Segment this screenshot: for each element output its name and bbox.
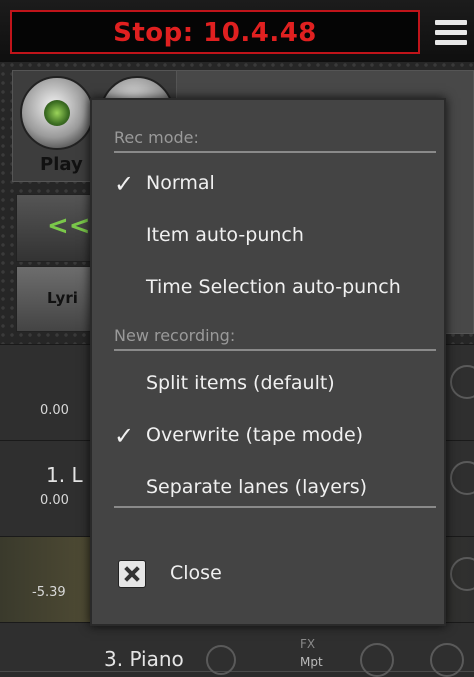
divider (114, 349, 436, 351)
close-button[interactable]: Close (170, 562, 222, 584)
menu-item-label: Time Selection auto-punch (146, 276, 401, 298)
hamburger-menu-icon[interactable] (430, 10, 470, 54)
track-pan-knob[interactable] (450, 365, 474, 399)
track-name: 1. L (46, 463, 83, 487)
play-label: Play (40, 154, 83, 175)
menu-item-time-selection-auto-punch[interactable]: Time Selection auto-punch (92, 268, 444, 308)
rewind-button[interactable]: << (16, 194, 96, 262)
menu-item-split-items[interactable]: Split items (default) (92, 364, 444, 404)
divider (114, 151, 436, 153)
transport-bar: Stop: 10.4.48 (0, 0, 474, 62)
track-pan-knob[interactable] (450, 461, 474, 495)
menu-item-item-auto-punch[interactable]: Item auto-punch (92, 216, 444, 256)
track-pan-knob[interactable] (206, 645, 236, 675)
rewind-label: << (47, 211, 91, 241)
transport-status-text: Stop: 10.4.48 (113, 18, 317, 48)
lyrics-label: Lyri (47, 289, 78, 307)
menu-item-label: Split items (default) (146, 372, 335, 394)
track-knob[interactable] (360, 643, 394, 677)
track-pan-knob[interactable] (450, 557, 474, 591)
menu-item-label: Separate lanes (layers) (146, 476, 368, 498)
menu-item-label: Item auto-punch (146, 224, 304, 246)
track-volume: -5.39 (32, 585, 66, 600)
track-row[interactable]: 3. Piano FX Mpt (0, 622, 474, 677)
track-knob[interactable] (430, 643, 464, 677)
new-recording-header: New recording: (114, 326, 236, 345)
play-knob[interactable] (20, 76, 94, 150)
track-volume: 0.00 (40, 403, 69, 418)
menu-item-label: Overwrite (tape mode) (146, 424, 364, 446)
menu-item-overwrite[interactable]: ✓ Overwrite (tape mode) (92, 416, 444, 456)
checkmark-icon: ✓ (114, 422, 135, 450)
checkmark-icon: ✓ (114, 170, 135, 198)
track-name: 3. Piano (104, 647, 184, 671)
close-icon[interactable] (118, 560, 146, 588)
record-mode-menu: Rec mode: ✓ Normal Item auto-punch Time … (90, 98, 446, 626)
menu-item-normal[interactable]: ✓ Normal (92, 164, 444, 204)
divider (114, 506, 436, 508)
track-fx-label[interactable]: FX (300, 637, 315, 651)
track-mpt-label[interactable]: Mpt (300, 655, 323, 669)
menu-item-separate-lanes[interactable]: Separate lanes (layers) (92, 468, 444, 508)
lyrics-button[interactable]: Lyri (16, 266, 96, 332)
play-led-icon (44, 100, 70, 126)
rec-mode-header: Rec mode: (114, 128, 199, 147)
track-volume: 0.00 (40, 493, 69, 508)
menu-item-label: Normal (146, 172, 215, 194)
transport-status-display[interactable]: Stop: 10.4.48 (10, 10, 420, 54)
